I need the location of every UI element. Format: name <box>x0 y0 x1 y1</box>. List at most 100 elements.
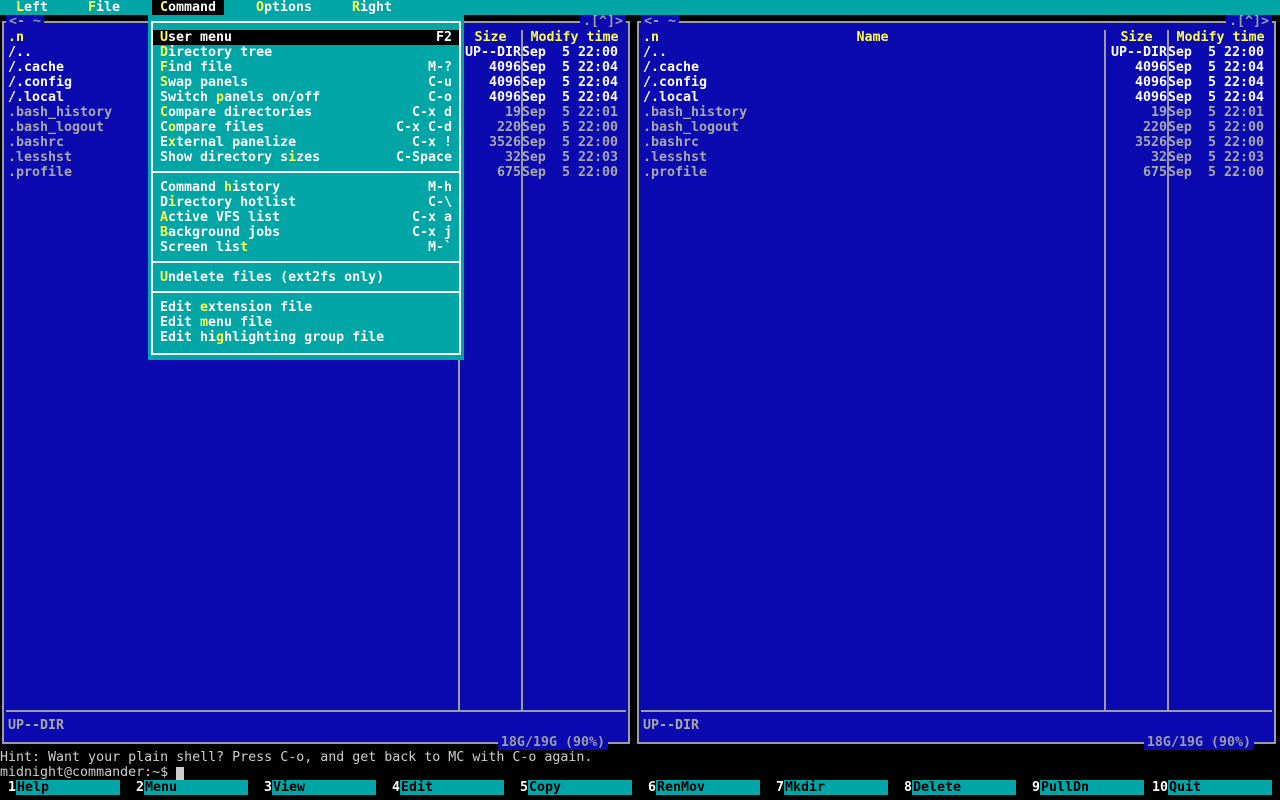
menu-item-label: Screen list <box>160 240 249 255</box>
shell-prompt-line[interactable]: midnight@commander:~$ <box>0 765 1280 780</box>
menu-item-user-menu[interactable]: User menu F2 <box>153 30 459 45</box>
file-row-cache[interactable]: /.cache 4096 Sep 5 22:04 <box>639 60 1274 75</box>
column-header-size[interactable]: Size <box>1106 30 1167 45</box>
menu-item-edit-highlighting-group-file[interactable]: Edit highlighting group file <box>153 330 459 345</box>
menu-item-label: Background jobs <box>160 225 281 240</box>
menu-item-directory-hotlist[interactable]: Directory hotlist C-\ <box>153 195 459 210</box>
menu-item-label: User menu <box>160 30 233 45</box>
menu-item-edit-menu-file[interactable]: Edit menu file <box>153 315 459 330</box>
file-mtime: Sep 5 22:03 <box>1167 150 1264 165</box>
menu-item-shortcut: C-x ! <box>411 135 452 150</box>
panel-updir-buttons[interactable]: .[^]> <box>579 14 626 29</box>
menu-item-active-vfs-list[interactable]: Active VFS list C-x a <box>153 210 459 225</box>
column-header-size[interactable]: Size <box>460 30 521 45</box>
file-size: 4096 <box>488 60 521 75</box>
fkey-6-renmov[interactable]: 6 RenMov <box>640 780 768 795</box>
file-size: 220 <box>496 120 521 135</box>
menu-separator <box>148 285 464 300</box>
hotkey-letter: x <box>168 135 177 150</box>
hotkey-letter: e <box>200 300 209 315</box>
menubar-item-right[interactable]: Right <box>344 0 400 15</box>
fkey-4-edit[interactable]: 4 Edit <box>384 780 512 795</box>
menubar-item-command[interactable]: Command <box>152 0 225 15</box>
fkey-5-copy[interactable]: 5 Copy <box>512 780 640 795</box>
file-size: 4096 <box>1134 90 1167 105</box>
menu-item-undelete-files-ext2fs-only[interactable]: Undelete files (ext2fs only) <box>153 270 459 285</box>
terminal-cursor <box>176 767 185 780</box>
file-name: /.. <box>643 45 668 60</box>
file-row-bash-history[interactable]: .bash_history 19 Sep 5 22:01 <box>639 105 1274 120</box>
panel-updir-buttons[interactable]: .[^]> <box>1225 14 1272 29</box>
file-row-lesshst[interactable]: .lesshst 32 Sep 5 22:03 <box>639 150 1274 165</box>
file-row-bash-logout[interactable]: .bash_logout 220 Sep 5 22:00 <box>639 120 1274 135</box>
menu-item-screen-list[interactable]: Screen list M-` <box>153 240 459 255</box>
file-name: .profile <box>643 165 708 180</box>
column-header-name[interactable]: .n Name <box>639 30 1106 45</box>
fkey-8-delete[interactable]: 8 Delete <box>896 780 1024 795</box>
menubar-item-options[interactable]: Options <box>248 0 320 15</box>
file-row-bashrc[interactable]: .bashrc 3526 Sep 5 22:00 <box>639 135 1274 150</box>
file-size: 4096 <box>488 90 521 105</box>
hotkey-letter: S <box>160 75 169 90</box>
menubar-item-file[interactable]: File <box>80 0 128 15</box>
fkey-2-menu[interactable]: 2 Menu <box>128 780 256 795</box>
fkey-9-pulldn[interactable]: 9 PullDn <box>1024 780 1152 795</box>
menu-item-compare-directories[interactable]: Compare directories C-x d <box>153 105 459 120</box>
menu-item-shortcut: C-u <box>427 75 452 90</box>
command-menu-items: User menu F2 Directory tree Find file M-? Swa… <box>148 30 464 345</box>
menu-item-label: Command history <box>160 180 281 195</box>
menu-item-label: Edit menu file <box>160 315 273 330</box>
column-header-name-label: Name <box>856 30 889 45</box>
hotkey-letter: p <box>216 90 225 105</box>
panel-path-label[interactable]: <- ~ <box>6 14 45 29</box>
menu-item-switch-panels-on-off[interactable]: Switch panels on/off C-o <box>153 90 459 105</box>
hotkey-letter: i <box>168 195 177 210</box>
fkey-number: 7 <box>775 780 784 795</box>
hotkey-letter: h <box>224 180 233 195</box>
file-size: 19 <box>504 105 521 120</box>
fkey-label: RenMov <box>656 780 760 795</box>
menu-item-compare-files[interactable]: Compare files C-x C-d <box>153 120 459 135</box>
menu-item-label: External panelize <box>160 135 297 150</box>
menu-separator <box>148 165 464 180</box>
panel-path-label[interactable]: <- ~ <box>641 14 680 29</box>
file-row-config[interactable]: /.config 4096 Sep 5 22:04 <box>639 75 1274 90</box>
menu-item-label: Active VFS list <box>160 210 281 225</box>
menu-item-label: Find file <box>160 60 233 75</box>
menubar-item-left[interactable]: Left <box>8 0 56 15</box>
menu-item-external-panelize[interactable]: External panelize C-x ! <box>153 135 459 150</box>
menu-item-background-jobs[interactable]: Background jobs C-x j <box>153 225 459 240</box>
file-size: UP--DIR <box>1110 45 1167 60</box>
file-row-profile[interactable]: .profile 675 Sep 5 22:00 <box>639 165 1274 180</box>
menu-item-find-file[interactable]: Find file M-? <box>153 60 459 75</box>
mini-status: UP--DIR <box>643 718 700 733</box>
file-mtime: Sep 5 22:01 <box>1167 105 1264 120</box>
column-header-mtime[interactable]: Modify time <box>521 30 628 45</box>
fkey-3-view[interactable]: 3 View <box>256 780 384 795</box>
file-mtime: Sep 5 22:04 <box>1167 90 1264 105</box>
file-mtime: Sep 5 22:03 <box>521 150 618 165</box>
menu-item-command-history[interactable]: Command history M-h <box>153 180 459 195</box>
column-header-mtime[interactable]: Modify time <box>1167 30 1274 45</box>
hotkey-letter: i <box>288 150 297 165</box>
file-mtime: Sep 5 22:00 <box>521 135 618 150</box>
hotkey-letter: R <box>352 0 361 15</box>
fkey-10-quit[interactable]: 10 Quit <box>1152 780 1280 795</box>
menu-item-label: Directory hotlist <box>160 195 297 210</box>
file-mtime: Sep 5 22:00 <box>521 120 618 135</box>
menu-item-swap-panels[interactable]: Swap panels C-u <box>153 75 459 90</box>
file-row-[interactable]: /.. UP--DIR Sep 5 22:00 <box>639 45 1274 60</box>
sort-indicator: .n <box>643 30 660 45</box>
column-separator-name-size <box>1104 30 1106 710</box>
sort-indicator: .n <box>8 30 25 45</box>
menu-item-shortcut: C-x j <box>411 225 452 240</box>
file-name: .bash_history <box>643 105 748 120</box>
menu-item-show-directory-sizes[interactable]: Show directory sizes C-Space <box>153 150 459 165</box>
fkey-label: Mkdir <box>784 780 888 795</box>
fkey-number: 8 <box>903 780 912 795</box>
fkey-7-mkdir[interactable]: 7 Mkdir <box>768 780 896 795</box>
menu-item-directory-tree[interactable]: Directory tree <box>153 45 459 60</box>
fkey-1-help[interactable]: 1 Help <box>0 780 128 795</box>
menu-item-edit-extension-file[interactable]: Edit extension file <box>153 300 459 315</box>
file-row-local[interactable]: /.local 4096 Sep 5 22:04 <box>639 90 1274 105</box>
